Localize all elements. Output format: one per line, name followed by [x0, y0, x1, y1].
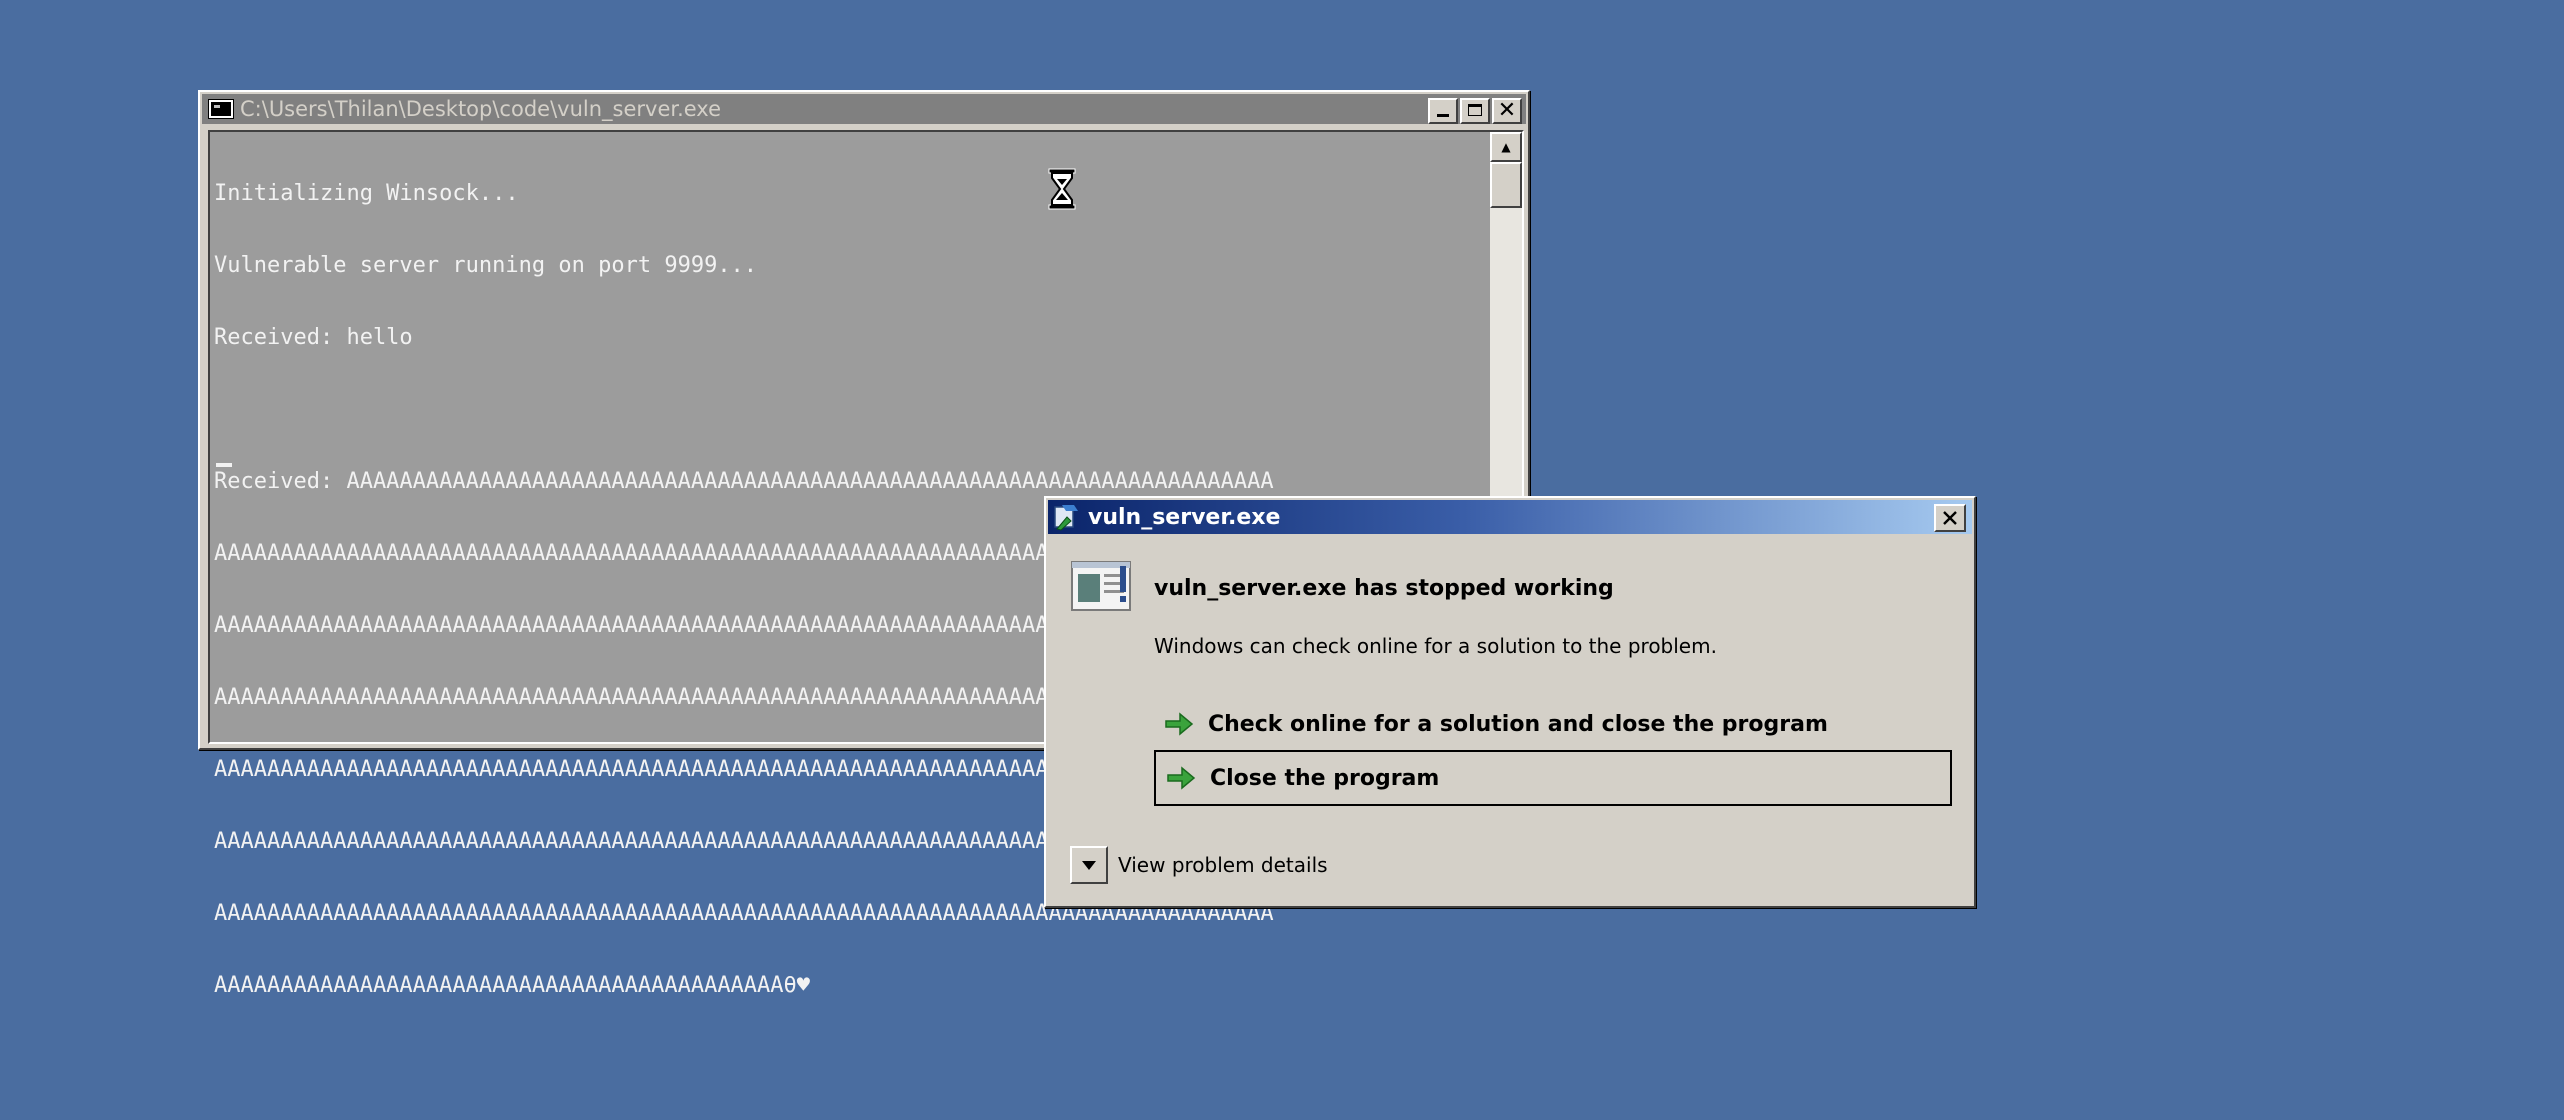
scrollbar-thumb[interactable] [1490, 162, 1522, 208]
console-line: AAAAAAAAAAAAAAAAAAAAAAAAAAAAAAAAAAAAAAAA… [214, 974, 811, 998]
dialog-close-button[interactable] [1934, 504, 1966, 532]
console-titlebar[interactable]: C:\Users\Thilan\Desktop\code\vuln_server… [202, 94, 1526, 124]
check-online-button[interactable]: Check online for a solution and close th… [1154, 696, 1952, 752]
details-expand-button[interactable] [1070, 846, 1108, 884]
console-title: C:\Users\Thilan\Desktop\code\vuln_server… [240, 97, 722, 121]
maximize-icon [1468, 104, 1482, 116]
hourglass-icon [1048, 168, 1076, 210]
minimize-button[interactable] [1428, 98, 1458, 124]
check-online-label: Check online for a solution and close th… [1208, 711, 1828, 737]
dialog-description: Windows can check online for a solution … [1154, 634, 1717, 658]
text-cursor [216, 463, 232, 467]
app-icon [1054, 505, 1078, 531]
program-window-icon [1071, 561, 1131, 611]
view-problem-details[interactable]: View problem details [1070, 846, 1328, 884]
desktop: C:\Users\Thilan\Desktop\code\vuln_server… [0, 0, 2564, 1120]
dialog-title: vuln_server.exe [1088, 504, 1281, 530]
minimize-icon [1437, 114, 1449, 117]
scroll-up-icon: ▲ [1501, 140, 1511, 154]
console-line: Vulnerable server running on port 9999..… [214, 254, 758, 278]
maximize-button[interactable] [1460, 98, 1490, 124]
close-program-label: Close the program [1210, 765, 1440, 791]
scroll-up-button[interactable]: ▲ [1490, 132, 1522, 162]
console-line: Received: hello [214, 326, 413, 350]
close-button[interactable]: ✕ [1492, 98, 1522, 124]
details-label: View problem details [1118, 853, 1328, 877]
console-app-icon[interactable] [208, 99, 234, 119]
green-arrow-icon [1165, 712, 1194, 736]
console-line: Received: AAAAAAAAAAAAAAAAAAAAAAAAAAAAAA… [214, 470, 1274, 494]
close-icon: ✕ [1497, 98, 1517, 123]
chevron-down-icon [1082, 861, 1096, 870]
dialog-heading: vuln_server.exe has stopped working [1154, 576, 1614, 601]
green-arrow-icon [1167, 766, 1196, 790]
dialog-titlebar[interactable]: vuln_server.exe [1048, 500, 1972, 534]
error-dialog[interactable]: vuln_server.exe vuln_server.exe has stop… [1044, 496, 1976, 908]
close-program-button[interactable]: Close the program [1154, 750, 1952, 806]
console-line: Initializing Winsock... [214, 182, 519, 206]
close-icon [1943, 511, 1957, 525]
console-window-controls: ✕ [1426, 98, 1522, 124]
